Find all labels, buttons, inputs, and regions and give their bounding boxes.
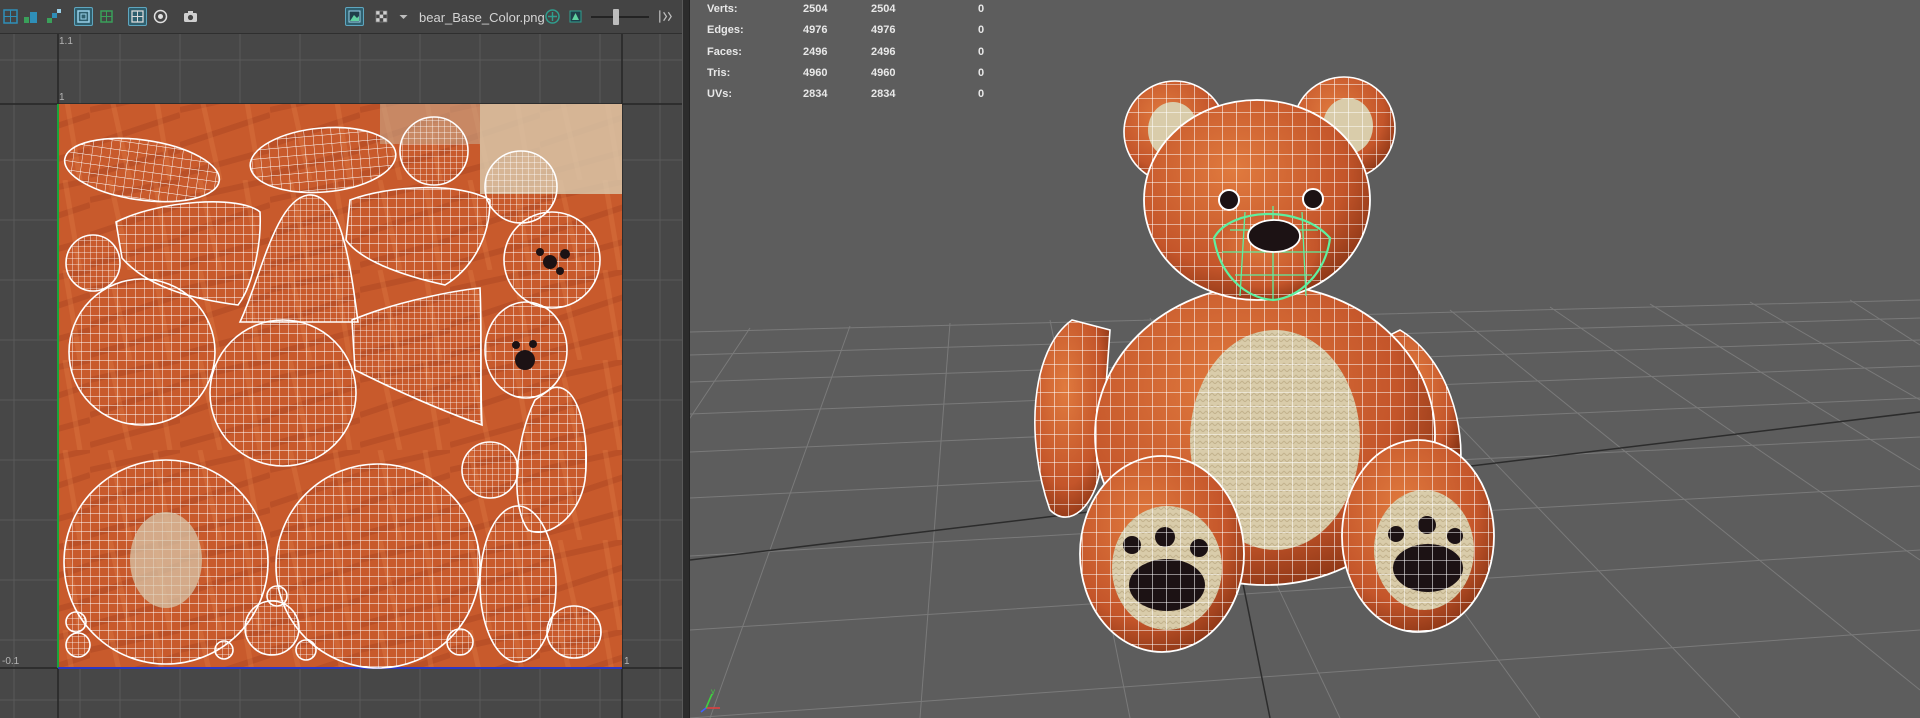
hud-value: 0 xyxy=(978,66,985,79)
hud-value: 0 xyxy=(978,45,985,58)
uv-shell-small-left[interactable] xyxy=(65,234,121,292)
hud-value: 4976 xyxy=(803,24,828,37)
wireframe-toggle-icon[interactable] xyxy=(74,7,93,26)
hud-value: 4960 xyxy=(803,66,828,79)
texture-name-label: bear_Base_Color.png xyxy=(419,10,545,25)
uv-shell-foot-long[interactable] xyxy=(479,505,557,663)
uv-shell-small-mid[interactable] xyxy=(461,441,519,499)
hud-row-uvs: UVs: 2834 2834 0 xyxy=(707,88,1007,109)
dropdown-arrow-icon[interactable] xyxy=(394,7,408,26)
uv-layout-icon[interactable] xyxy=(21,7,40,26)
hud-value: 0 xyxy=(978,24,985,37)
grid-toggle-icon[interactable] xyxy=(128,7,147,26)
checker-display-icon[interactable] xyxy=(372,7,391,26)
checker-icon[interactable] xyxy=(97,7,116,26)
hud-value: 2834 xyxy=(871,88,896,101)
hud-row-faces: Faces: 2496 2496 0 xyxy=(707,46,1007,67)
tick-label-top: 1.1 xyxy=(59,36,73,47)
hud-label: Edges: xyxy=(707,24,744,37)
uv-shell-eye-1[interactable] xyxy=(399,116,469,186)
hud-row-verts: Verts: 2504 2504 0 xyxy=(707,3,1007,24)
hud-label: Tris: xyxy=(707,66,731,79)
poly-count-hud: Verts: 2504 2504 0 Edges: 4976 4976 0 Fa… xyxy=(707,3,1007,109)
uv-shell-icon[interactable] xyxy=(1,7,20,26)
bear-eye-left[interactable] xyxy=(1218,189,1240,211)
hud-value: 0 xyxy=(978,88,985,101)
tick-label-v1: 1 xyxy=(59,92,65,103)
uv-canvas[interactable] xyxy=(0,34,682,718)
tick-label-bottom: -0.1 xyxy=(2,656,20,667)
exposure-icon[interactable] xyxy=(543,7,562,26)
hud-value: 2496 xyxy=(803,45,828,58)
uv-distort-icon[interactable] xyxy=(44,7,63,26)
uv-shell-small-bottom[interactable] xyxy=(244,600,300,656)
bear-leg-right[interactable] xyxy=(1341,439,1495,633)
hud-value: 0 xyxy=(978,3,985,15)
uv-shell-body-left[interactable] xyxy=(68,278,216,426)
uv-shell-paw-top[interactable] xyxy=(503,211,601,309)
gamma-icon[interactable] xyxy=(566,7,585,26)
teddy-bear-model[interactable] xyxy=(1034,76,1495,653)
hud-row-tris: Tris: 4960 4960 0 xyxy=(707,67,1007,88)
perspective-viewport[interactable]: Verts: 2504 2504 0 Edges: 4976 4976 0 Fa… xyxy=(690,0,1920,718)
uv-shell-leg-left[interactable] xyxy=(63,459,269,665)
hud-label: Faces: xyxy=(707,45,742,58)
image-display-icon[interactable] xyxy=(345,7,364,26)
bear-eye-right[interactable] xyxy=(1302,188,1324,210)
uv-toolbar: bear_Base_Color.png xyxy=(0,0,682,34)
uv-editor-panel: bear_Base_Color.png 1.1 1 -0.1 1 xyxy=(0,0,682,718)
filter-icon[interactable] xyxy=(151,7,170,26)
bear-leg-left[interactable] xyxy=(1079,455,1245,653)
hud-value: 2504 xyxy=(803,3,828,15)
uv-shell-paw-side[interactable] xyxy=(484,301,568,399)
slider-end-icon[interactable] xyxy=(656,7,676,26)
hud-value: 4976 xyxy=(871,24,896,37)
hud-value: 2496 xyxy=(871,45,896,58)
panel-splitter[interactable] xyxy=(682,0,690,718)
axis-y-label: y xyxy=(711,687,715,696)
hud-label: UVs: xyxy=(707,88,733,101)
hud-value: 2504 xyxy=(871,3,896,15)
tick-label-u1: 1 xyxy=(624,656,630,667)
uv-shell-small-right[interactable] xyxy=(546,605,602,659)
hud-value: 2834 xyxy=(803,88,828,101)
snapshot-icon[interactable] xyxy=(181,7,200,26)
hud-row-edges: Edges: 4976 4976 0 xyxy=(707,24,1007,45)
hud-value: 4960 xyxy=(871,66,896,79)
hud-label: Verts: xyxy=(707,3,738,15)
axis-gizmo-icon: y xyxy=(700,687,720,713)
exposure-slider[interactable] xyxy=(591,9,649,25)
exposure-slider-handle[interactable] xyxy=(612,9,619,25)
uv-shell-body-mid[interactable] xyxy=(209,319,357,467)
